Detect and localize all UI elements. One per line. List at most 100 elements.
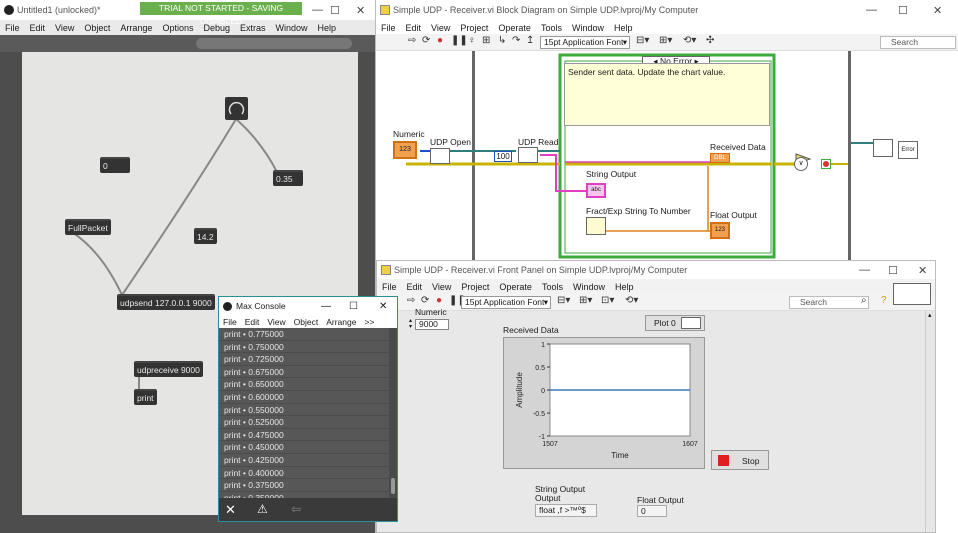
console-close-button[interactable]: ✕: [379, 301, 387, 312]
console-message-list[interactable]: print • 0.775000 print • 0.750000 print • …: [219, 328, 389, 498]
number-box-14[interactable]: 14.2: [194, 228, 217, 244]
console-row[interactable]: print • 0.425000: [219, 454, 389, 467]
bd-menu-view[interactable]: View: [426, 23, 455, 33]
fract-exp-node[interactable]: [586, 217, 606, 235]
max-menu-window[interactable]: Window: [271, 23, 313, 33]
bd-menu-edit[interactable]: Edit: [401, 23, 427, 33]
error-handler-node[interactable]: Error: [898, 141, 918, 159]
align-icon[interactable]: ⊟▾: [636, 35, 649, 46]
received-data-terminal[interactable]: DBL: [710, 153, 730, 163]
console-row[interactable]: print • 0.450000: [219, 441, 389, 454]
console-row[interactable]: print • 0.475000: [219, 429, 389, 442]
fp-menu-operate[interactable]: Operate: [494, 282, 537, 292]
constant-100[interactable]: 100: [494, 151, 512, 162]
fp-align-icon[interactable]: ⊟▾: [557, 295, 570, 306]
max-toolbar-search[interactable]: [196, 38, 352, 49]
console-row[interactable]: print • 0.550000: [219, 404, 389, 417]
console-row[interactable]: print • 0.600000: [219, 391, 389, 404]
udpreceive-object[interactable]: udpreceive 9000: [134, 361, 203, 377]
console-row[interactable]: print • 0.525000: [219, 416, 389, 429]
run-continuous-icon[interactable]: ⟳: [422, 35, 430, 46]
fp-menu-window[interactable]: Window: [568, 282, 610, 292]
console-menu-edit[interactable]: Edit: [241, 317, 264, 327]
retain-values-icon[interactable]: ⊞: [482, 35, 490, 46]
max-menu-arrange[interactable]: Arrange: [115, 23, 157, 33]
bd-font-dropdown[interactable]: 15pt Application Font ▾: [540, 36, 630, 49]
fp-menu-view[interactable]: View: [427, 282, 456, 292]
fp-abort-icon[interactable]: ●: [436, 295, 442, 306]
highlight-bulb-icon[interactable]: ♀: [468, 35, 476, 46]
console-row[interactable]: print • 0.650000: [219, 378, 389, 391]
max-menu-file[interactable]: File: [0, 23, 25, 33]
clear-console-icon[interactable]: ✕: [225, 502, 236, 518]
cleanup-icon[interactable]: ✣: [706, 35, 714, 46]
udpsend-object[interactable]: udpsend 127.0.0.1 9000: [117, 294, 215, 310]
max-menu-options[interactable]: Options: [157, 23, 198, 33]
run-arrow-icon[interactable]: ⇨: [408, 35, 416, 46]
scroll-up-icon[interactable]: ▴: [928, 311, 932, 319]
help-icon[interactable]: ?: [881, 295, 887, 306]
console-scroll-thumb[interactable]: [391, 478, 395, 494]
back-arrow-icon[interactable]: ⇦: [291, 502, 301, 516]
fp-menu-help[interactable]: Help: [610, 282, 639, 292]
bd-diagram-area[interactable]: ◂ No Error ▸ Sender sent data. Update th…: [376, 51, 958, 262]
bd-search-input[interactable]: Search: [880, 36, 956, 49]
fp-resize-icon[interactable]: ⊡▾: [601, 295, 614, 306]
console-row[interactable]: print • 0.750000: [219, 341, 389, 354]
stop-button[interactable]: Stop: [711, 450, 769, 470]
fp-run-arrow-icon[interactable]: ⇨: [407, 295, 415, 306]
console-row[interactable]: print • 0.675000: [219, 366, 389, 379]
fp-maximize-button[interactable]: ☐: [888, 264, 898, 277]
max-minimize-button[interactable]: —: [312, 4, 323, 16]
print-object[interactable]: print: [134, 389, 157, 405]
console-menu-file[interactable]: File: [219, 317, 241, 327]
console-scrollbar[interactable]: [389, 328, 397, 498]
fp-menu-file[interactable]: File: [377, 282, 402, 292]
console-menu-view[interactable]: View: [263, 317, 289, 327]
bd-comment[interactable]: Sender sent data. Update the chart value…: [564, 63, 770, 126]
fp-distribute-icon[interactable]: ⊞▾: [579, 295, 592, 306]
console-minimize-button[interactable]: —: [321, 301, 331, 312]
string-output-terminal[interactable]: abc: [586, 183, 606, 198]
console-menu-arrange[interactable]: Arrange: [322, 317, 360, 327]
number-box-zero[interactable]: 0: [100, 157, 130, 173]
step-into-icon[interactable]: ↳: [498, 35, 506, 46]
max-menu-help[interactable]: Help: [313, 23, 342, 33]
search-icon[interactable]: ⌕: [861, 295, 867, 306]
max-menu-object[interactable]: Object: [79, 23, 115, 33]
float-number-box[interactable]: 0.35: [273, 170, 303, 186]
fp-run-continuous-icon[interactable]: ⟳: [421, 295, 429, 306]
pause-icon[interactable]: ❚❚: [451, 35, 468, 46]
fp-close-button[interactable]: ✕: [918, 264, 927, 277]
console-row[interactable]: print • 0.375000: [219, 479, 389, 492]
fp-font-dropdown[interactable]: 15pt Application Font ▾: [461, 296, 551, 309]
max-menu-extras[interactable]: Extras: [235, 23, 271, 33]
abort-icon[interactable]: ●: [437, 35, 443, 46]
fp-numeric-control[interactable]: 9000: [415, 319, 449, 330]
fp-panel-area[interactable]: Numeric 9000 ▴ ▾ Received Data Plot 0 10…: [377, 307, 925, 532]
numeric-control-terminal[interactable]: 123: [393, 141, 417, 159]
bd-maximize-button[interactable]: ☐: [898, 4, 908, 17]
max-maximize-button[interactable]: ☐: [330, 4, 340, 17]
bd-menu-operate[interactable]: Operate: [493, 23, 536, 33]
fp-search-input[interactable]: Search: [789, 296, 869, 309]
bd-menu-project[interactable]: Project: [455, 23, 493, 33]
console-menu-more[interactable]: >>: [360, 317, 378, 327]
bd-menu-file[interactable]: File: [376, 23, 401, 33]
distribute-icon[interactable]: ⊞▾: [659, 35, 672, 46]
console-menu-object[interactable]: Object: [290, 317, 323, 327]
reorder-icon[interactable]: ⟲▾: [683, 35, 696, 46]
plot-legend[interactable]: Plot 0: [645, 315, 705, 331]
max-menu-view[interactable]: View: [50, 23, 79, 33]
fp-menu-project[interactable]: Project: [456, 282, 494, 292]
bd-minimize-button[interactable]: —: [866, 4, 877, 16]
console-maximize-button[interactable]: ☐: [349, 301, 358, 312]
udp-read-node[interactable]: [518, 147, 538, 163]
udp-open-node[interactable]: [430, 148, 450, 164]
step-out-icon[interactable]: ↥: [526, 35, 534, 46]
bd-menu-help[interactable]: Help: [609, 23, 638, 33]
max-close-button[interactable]: ✕: [356, 4, 365, 17]
fp-minimize-button[interactable]: —: [859, 264, 870, 276]
dial-object[interactable]: [225, 97, 248, 120]
float-output-terminal[interactable]: 123: [710, 222, 730, 239]
